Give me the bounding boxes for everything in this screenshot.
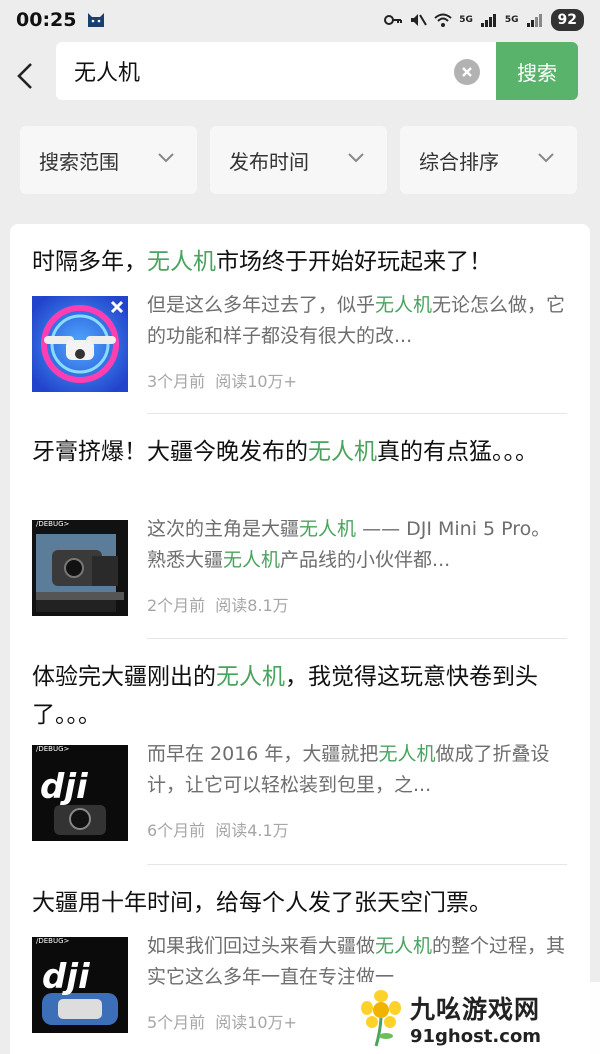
result-thumbnail: /DEBUG> xyxy=(32,520,128,616)
result-meta: 6个月前 阅读4.1万 xyxy=(147,817,289,841)
result-snippet: 而早在 2016 年，大疆就把无人机做成了折叠设计，让它可以轻松装到包里，之..… xyxy=(147,743,550,796)
drone-thumbnail-image xyxy=(32,520,128,616)
watermark-url: 91ghost.com xyxy=(410,1025,542,1047)
watermark-title: 九吆游戏网 xyxy=(410,994,541,1024)
result-snippet: 但是这么多年过去了，似乎无人机无论怎么做，它的功能和样子都没有很大的改... xyxy=(147,294,566,347)
result-time: 5个月前 xyxy=(147,1013,206,1032)
dji-logo: dji xyxy=(40,767,88,807)
back-button[interactable] xyxy=(0,46,50,106)
divider xyxy=(147,638,567,639)
close-icon xyxy=(462,67,472,77)
chevron-down-icon xyxy=(348,153,364,163)
signal-icon-1 xyxy=(480,14,496,27)
dji-logo: dji xyxy=(42,957,90,997)
filter-sort-label: 综合排序 xyxy=(419,149,499,174)
mute-icon xyxy=(411,14,428,26)
result-meta: 2个月前 阅读8.1万 xyxy=(147,592,289,616)
divider xyxy=(147,413,567,414)
debug-tag: /DEBUG> xyxy=(36,937,70,945)
result-thumbnail: /DEBUG> dji xyxy=(32,937,128,1033)
result-title: 牙膏挤爆！大疆今晚发布的无人机真的有点猛。。。 xyxy=(32,439,538,465)
search-input[interactable] xyxy=(74,58,434,84)
flower-logo-icon xyxy=(361,990,401,1047)
chevron-down-icon xyxy=(158,153,174,163)
result-reads: 阅读10万+ xyxy=(215,1013,297,1032)
filter-time[interactable]: 发布时间 xyxy=(210,126,387,194)
result-title: 时隔多年，无人机市场终于开始好玩起来了！ xyxy=(32,249,492,275)
status-time: 00:25 xyxy=(16,9,77,31)
result-thumbnail xyxy=(32,296,128,392)
filter-sort[interactable]: 综合排序 xyxy=(400,126,577,194)
drone-thumbnail-image xyxy=(32,296,128,392)
key-icon xyxy=(384,15,403,25)
result-time: 6个月前 xyxy=(147,821,206,840)
chevron-left-icon xyxy=(17,63,32,89)
battery-indicator: 92 xyxy=(550,9,584,31)
debug-tag: /DEBUG> xyxy=(36,520,70,528)
search-button[interactable]: 搜索 xyxy=(496,42,578,100)
filter-time-label: 发布时间 xyxy=(229,149,309,174)
filter-scope[interactable]: 搜索范围 xyxy=(20,126,197,194)
result-reads: 阅读10万+ xyxy=(215,372,297,391)
result-snippet: 这次的主角是大疆无人机 —— DJI Mini 5 Pro。熟悉大疆无人机产品线… xyxy=(147,518,551,571)
result-title: 体验完大疆刚出的无人机，我觉得这玩意快卷到头了。。。 xyxy=(32,664,538,728)
divider xyxy=(147,864,567,865)
result-time: 2个月前 xyxy=(147,596,206,615)
result-reads: 阅读4.1万 xyxy=(215,821,289,840)
filter-scope-label: 搜索范围 xyxy=(39,149,119,174)
result-thumbnail: /DEBUG> dji xyxy=(32,745,128,841)
wifi-icon xyxy=(434,13,452,27)
results-list: 时隔多年，无人机市场终于开始好玩起来了！ 但是这么多年过去了，似乎无人机无论怎么… xyxy=(10,224,590,1054)
result-meta: 3个月前 阅读10万+ xyxy=(147,368,297,392)
result-meta: 5个月前 阅读10万+ xyxy=(147,1009,297,1033)
chevron-down-icon xyxy=(538,153,554,163)
status-bar: 00:25 5G 5G 92 xyxy=(0,0,600,40)
filter-row: 搜索范围 发布时间 综合排序 xyxy=(0,126,600,194)
signal-icon-2 xyxy=(526,14,542,27)
search-header: 搜索 xyxy=(0,40,600,112)
result-reads: 阅读8.1万 xyxy=(215,596,289,615)
result-title: 大疆用十年时间，给每个人发了张天空门票。 xyxy=(32,890,492,916)
site-watermark: 九吆游戏网 91ghost.com xyxy=(354,982,600,1054)
network-5g-label-1: 5G xyxy=(459,15,473,25)
search-box[interactable] xyxy=(56,42,500,100)
debug-tag: /DEBUG> xyxy=(36,745,70,753)
cat-app-icon xyxy=(88,13,105,27)
network-5g-label-2: 5G xyxy=(504,15,519,25)
result-time: 3个月前 xyxy=(147,372,206,391)
clear-search-button[interactable] xyxy=(454,59,480,85)
